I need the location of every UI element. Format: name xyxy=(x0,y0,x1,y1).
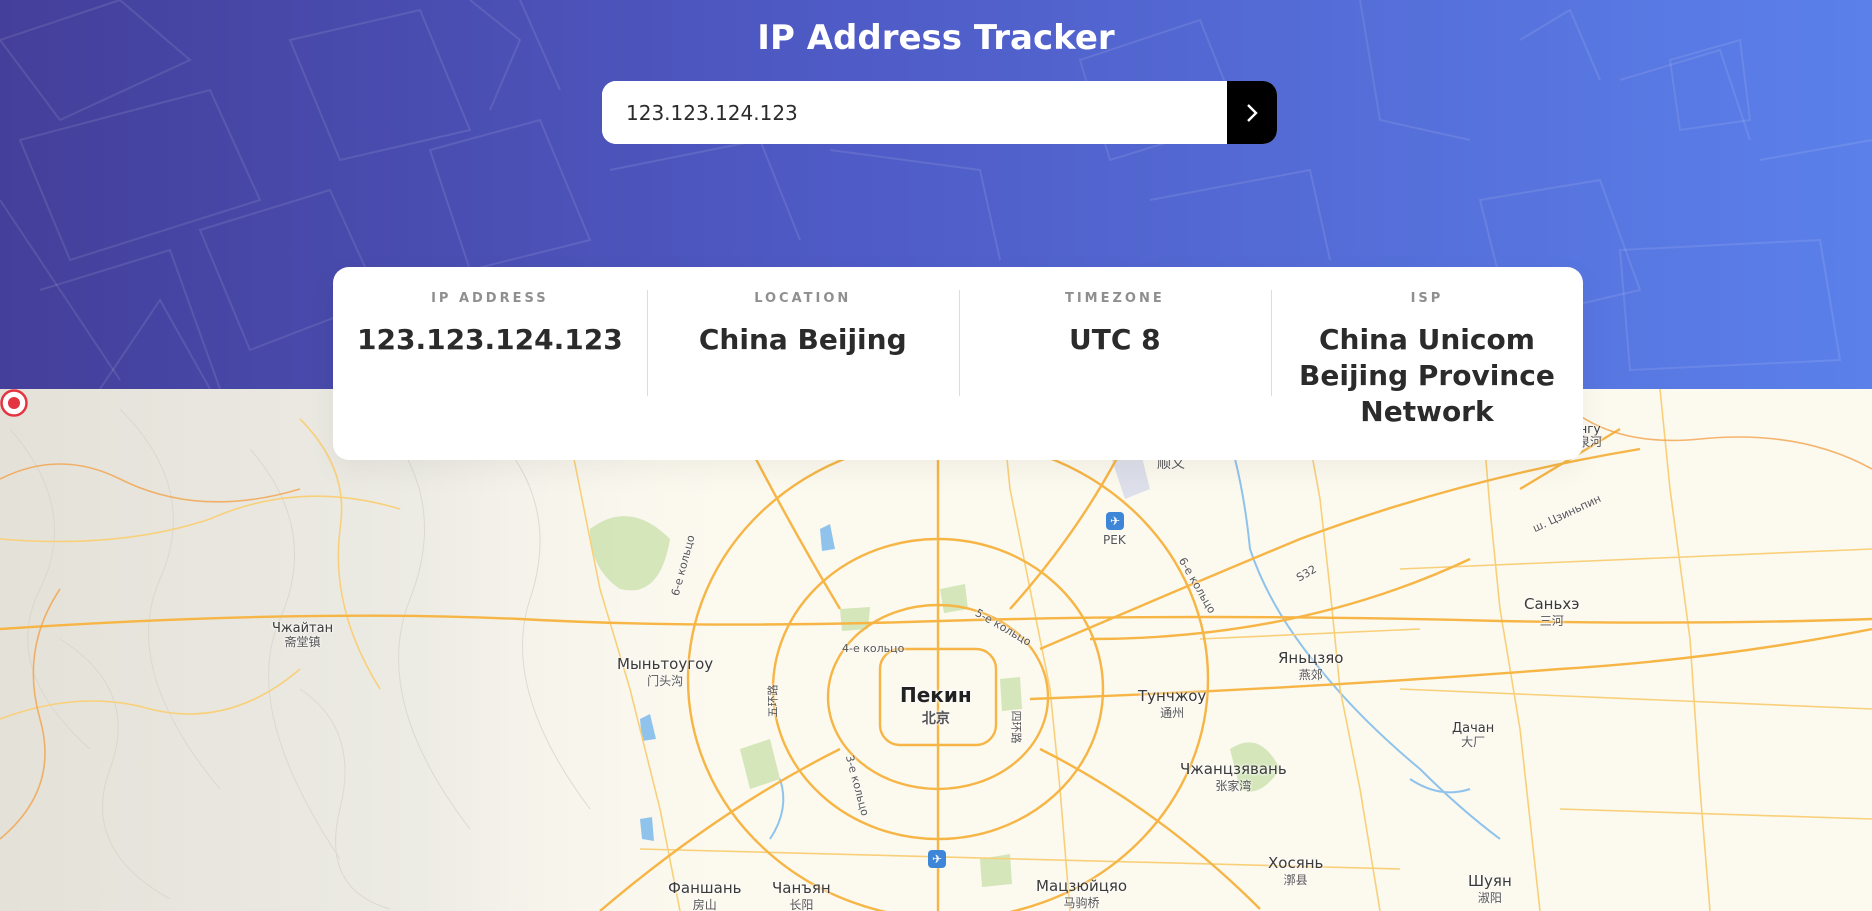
place-name-cn: 张家湾 xyxy=(1215,778,1252,793)
map-label-zhangjiawan: Чжанцзявань 张家湾 xyxy=(1180,760,1287,794)
page: IP Address Tracker IP ADDRESS 123.123.12… xyxy=(0,0,1872,911)
timezone-label: TIMEZONE xyxy=(1064,291,1165,306)
place-name: Шуян xyxy=(1468,872,1512,890)
map-label-tunchzhou: Тунчжоу 通州 xyxy=(1138,687,1207,721)
place-name-cn: 北京 xyxy=(921,711,950,727)
map-label-hosyan: Хосянь 漷县 xyxy=(1268,854,1324,888)
place-name-cn: 长阳 xyxy=(789,897,814,911)
place-name: Чжанцзявань xyxy=(1180,760,1287,778)
airport-icon: ✈ xyxy=(1106,512,1124,530)
map-label-dachan: Дачан 大厂 xyxy=(1452,722,1494,749)
place-name-cn: 马驹桥 xyxy=(1063,895,1100,910)
place-name: Хосянь xyxy=(1268,854,1324,872)
place-name-cn: 房山 xyxy=(692,897,717,911)
place-name: Фаншань xyxy=(668,879,742,897)
place-name-cn: 大厂 xyxy=(1461,734,1486,749)
place-name-cn: 漷县 xyxy=(1283,872,1308,887)
ip-address-value: 123.123.124.123 xyxy=(357,323,623,356)
place-name-cn: 燕郊 xyxy=(1298,667,1323,682)
map-label-sanhe: Саньхэ 三河 xyxy=(1524,595,1580,629)
place-name-cn: 门头沟 xyxy=(647,673,684,688)
search-bar xyxy=(602,81,1277,144)
map-label-yanczyao: Яньцзяо 燕郊 xyxy=(1278,649,1344,683)
timezone-section: TIMEZONE UTC 8 xyxy=(958,267,1271,460)
place-name: Саньхэ xyxy=(1524,595,1580,613)
location-value: China Beijing xyxy=(698,323,907,356)
chevron-right-icon xyxy=(1247,103,1258,122)
isp-label: ISP xyxy=(1410,291,1444,306)
isp-section: ISP China Unicom Beijing Province Networ… xyxy=(1270,267,1583,460)
map-label-majuqiao: Мацзюйцяо 马驹桥 xyxy=(1036,877,1128,911)
place-name-cn: 斋堂镇 xyxy=(284,634,321,649)
location-label: LOCATION xyxy=(754,291,852,306)
road-label-ring4-cn: 四环路 xyxy=(1009,710,1023,744)
place-name: Тунчжоу xyxy=(1138,687,1207,705)
ip-info-card: IP ADDRESS 123.123.124.123 LOCATION Chin… xyxy=(333,267,1583,460)
airport-icon: ✈ xyxy=(928,850,946,868)
page-title: IP Address Tracker xyxy=(757,18,1115,58)
map-canvas xyxy=(0,389,1872,911)
place-name-cn: 淑阳 xyxy=(1477,890,1502,905)
map-label-myntougou: Мыньтоугоу 门头沟 xyxy=(617,655,714,689)
place-name: Пекин xyxy=(900,683,972,707)
place-name-cn: 通州 xyxy=(1160,705,1185,720)
place-name: Чанъян xyxy=(772,879,831,897)
ip-address-label: IP ADDRESS xyxy=(431,291,549,306)
place-name: Мыньтоугоу xyxy=(617,655,714,673)
location-target-icon xyxy=(0,389,28,417)
search-submit-button[interactable] xyxy=(1227,81,1277,144)
map-label-shuyan: Шуян 淑阳 xyxy=(1468,872,1512,906)
map-label-pekin: Пекин 北京 xyxy=(900,685,972,727)
isp-value: China Unicom Beijing Province Network xyxy=(1299,323,1555,428)
road-label-ring4: 4-е кольцо xyxy=(842,642,905,655)
map-label-fanshan: Фаншань 房山 xyxy=(668,879,742,911)
road-label-ring5-cn: 五环路 xyxy=(766,684,780,718)
place-name: Мацзюйцяо xyxy=(1036,877,1128,895)
map-label-zhaytan: Чжайтан 斋堂镇 xyxy=(272,622,333,649)
map-label-changyan: Чанъян 长阳 xyxy=(772,879,831,911)
ip-address-section: IP ADDRESS 123.123.124.123 xyxy=(333,267,647,460)
location-section: LOCATION China Beijing xyxy=(646,267,959,460)
place-name-cn: 三河 xyxy=(1539,613,1564,628)
timezone-value: UTC 8 xyxy=(1069,323,1161,356)
map-view[interactable]: Пекин 北京 Мыньтоугоу 门头沟 Чжайтан 斋堂镇 Тунч… xyxy=(0,389,1872,911)
airport-code-label: PEK xyxy=(1103,533,1126,547)
place-name: Яньцзяо xyxy=(1278,649,1344,667)
ip-search-input[interactable] xyxy=(602,81,1227,144)
